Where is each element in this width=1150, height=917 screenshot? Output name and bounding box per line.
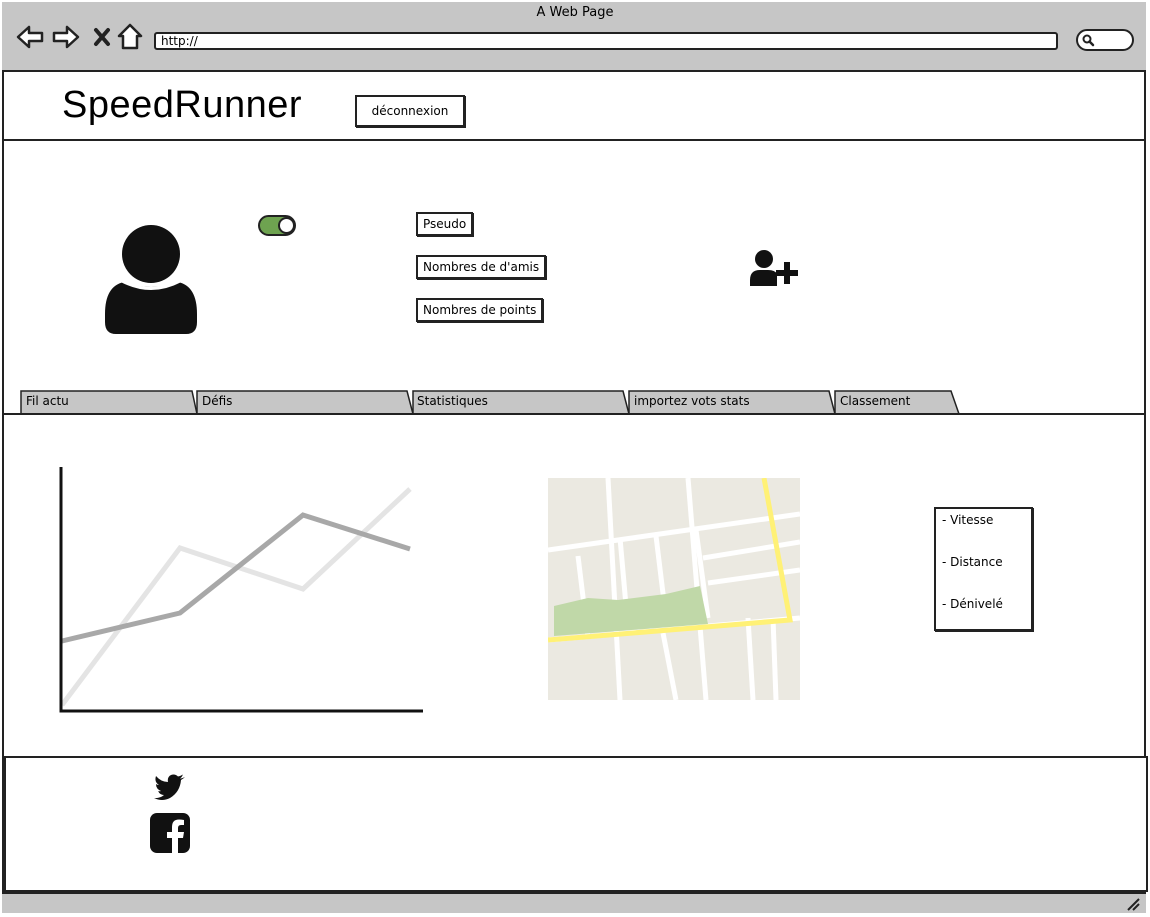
stat-vitesse[interactable]: - Vitesse xyxy=(942,513,1025,555)
chart-axes xyxy=(59,467,423,713)
friends-count-field: Nombres de d'amis xyxy=(416,255,547,279)
facebook-icon[interactable] xyxy=(149,812,191,854)
route-map[interactable] xyxy=(548,478,800,700)
tab-fil-actu[interactable]: Fil actu xyxy=(21,390,197,414)
logout-button[interactable]: déconnexion xyxy=(355,95,465,127)
pseudo-field: Pseudo xyxy=(416,212,474,236)
line-chart xyxy=(59,467,423,713)
url-bar[interactable]: http:// xyxy=(154,32,1058,50)
tab-import-stats[interactable]: importez vots stats xyxy=(629,390,835,414)
twitter-icon[interactable] xyxy=(154,774,186,800)
user-avatar-icon xyxy=(105,225,197,334)
add-friend-icon[interactable] xyxy=(749,248,801,288)
tab-defis[interactable]: Défis xyxy=(197,390,413,414)
tab-content-border xyxy=(2,413,1146,415)
window-title: A Web Page xyxy=(536,5,614,20)
toggle-knob xyxy=(278,217,295,234)
chart-line-dark xyxy=(61,512,411,644)
back-icon[interactable] xyxy=(15,22,45,52)
forward-icon[interactable] xyxy=(51,22,81,52)
points-count-field: Nombres de points xyxy=(416,298,544,322)
status-toggle[interactable] xyxy=(258,215,296,236)
stat-distance[interactable]: - Distance xyxy=(942,555,1025,597)
resize-grip-icon[interactable] xyxy=(1126,897,1140,911)
browser-status-bar xyxy=(2,892,1146,913)
tab-statistiques[interactable]: Statistiques xyxy=(412,390,628,414)
stat-denivele[interactable]: - Dénivelé xyxy=(942,597,1025,639)
site-logo: SpeedRunner xyxy=(62,84,303,126)
stats-menu[interactable]: - Vitesse - Distance - Dénivelé xyxy=(934,507,1033,631)
chart-line-light xyxy=(60,487,412,707)
tab-classement[interactable]: Classement xyxy=(835,390,959,414)
home-icon[interactable] xyxy=(115,22,145,52)
browser-search-field[interactable] xyxy=(1076,29,1134,51)
close-icon[interactable] xyxy=(87,22,117,52)
search-icon xyxy=(1082,34,1095,47)
